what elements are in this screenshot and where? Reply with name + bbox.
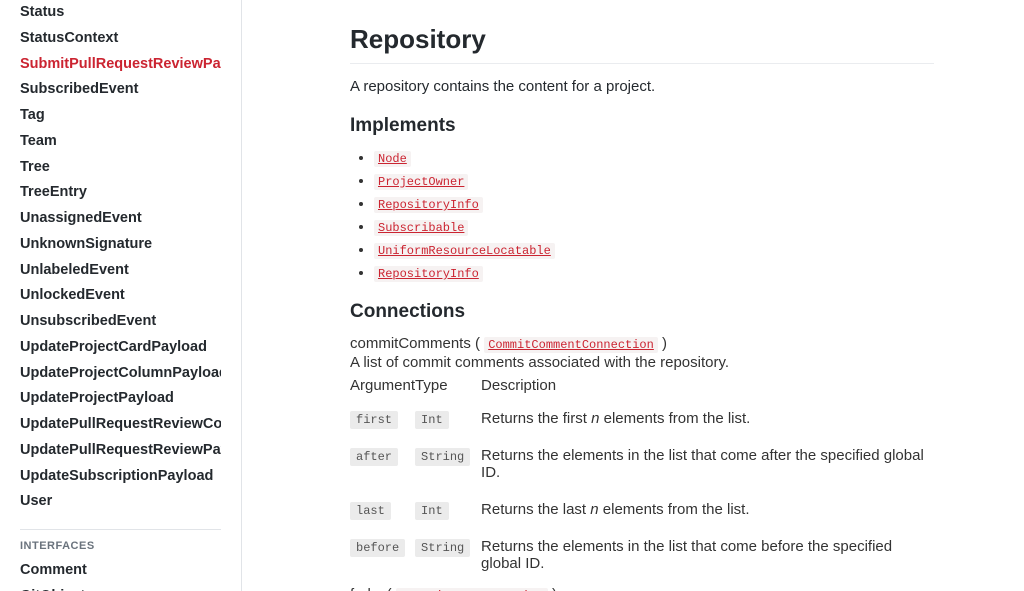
sidebar: StatusStatusContextSubmitPullRequestRevi… (0, 0, 242, 591)
arg-name: before (350, 539, 405, 557)
th-description: Description (481, 377, 934, 400)
arg-type: String (415, 448, 470, 466)
sidebar-item-updatesubscriptionpayload[interactable]: UpdateSubscriptionPayload (20, 464, 221, 490)
implements-heading: Implements (350, 115, 934, 137)
sidebar-item-team[interactable]: Team (20, 129, 221, 155)
page-lead: A repository contains the content for a … (350, 78, 934, 95)
sidebar-item-tree[interactable]: Tree (20, 155, 221, 181)
th-type: Type (415, 377, 481, 400)
type-link-node[interactable]: Node (374, 151, 411, 167)
table-row: after String Returns the elements in the l… (350, 437, 934, 491)
sidebar-item-unassignedevent[interactable]: UnassignedEvent (20, 206, 221, 232)
sidebar-item-unlabeledevent[interactable]: UnlabeledEvent (20, 258, 221, 284)
sidebar-item-subscribedevent[interactable]: SubscribedEvent (20, 77, 221, 103)
type-link-projectowner[interactable]: ProjectOwner (374, 174, 468, 190)
sidebar-item-user[interactable]: User (20, 489, 221, 515)
arg-type: Int (415, 502, 449, 520)
sidebar-item-updateprojectcardpayload[interactable]: UpdateProjectCardPayload (20, 335, 221, 361)
sidebar-item-updatepullrequestreviewpayload[interactable]: UpdatePullRequestReviewPayload (20, 438, 221, 464)
table-row: last Int Returns the last n elements from … (350, 491, 934, 528)
implements-item: Node (374, 149, 934, 166)
sidebar-item-unlockedevent[interactable]: UnlockedEvent (20, 283, 221, 309)
arg-description: Returns the elements in the list that co… (481, 437, 934, 491)
sidebar-item-gitobject[interactable]: GitObject (20, 584, 221, 591)
sidebar-item-statuscontext[interactable]: StatusContext (20, 26, 221, 52)
arg-name: last (350, 502, 391, 520)
page-title: Repository (350, 24, 934, 64)
type-link-repositoryinfo[interactable]: RepositoryInfo (374, 266, 483, 282)
implements-list: Node ProjectOwner RepositoryInfo Subscribab… (350, 149, 934, 281)
sidebar-item-updateprojectpayload[interactable]: UpdateProjectPayload (20, 386, 221, 412)
sidebar-item-status[interactable]: Status (20, 0, 221, 26)
implements-item: RepositoryInfo (374, 264, 934, 281)
implements-item: Subscribable (374, 218, 934, 235)
sidebar-item-treeentry[interactable]: TreeEntry (20, 180, 221, 206)
sidebar-interfaces-heading: INTERFACES (20, 540, 221, 552)
main-content: Repository A repository contains the con… (242, 0, 1024, 591)
type-link-uniformresourcelocatable[interactable]: UniformResourceLocatable (374, 243, 555, 259)
th-argument: Argument (350, 377, 415, 400)
arg-type: String (415, 539, 470, 557)
arg-description: Returns the first n elements from the li… (481, 400, 934, 437)
table-row: first Int Returns the first n elements fro… (350, 400, 934, 437)
sidebar-item-unsubscribedevent[interactable]: UnsubscribedEvent (20, 309, 221, 335)
implements-item: ProjectOwner (374, 172, 934, 189)
sidebar-item-submitpullrequestreviewpayload[interactable]: SubmitPullRequestReviewPayload (20, 52, 221, 78)
implements-item: UniformResourceLocatable (374, 241, 934, 258)
type-link-repositoryinfo[interactable]: RepositoryInfo (374, 197, 483, 213)
sidebar-divider (20, 529, 221, 530)
connection-type-link[interactable]: CommitCommentConnection (484, 337, 658, 353)
connection-desc: A list of commit comments associated wit… (350, 354, 934, 371)
sidebar-item-updatepullrequestreviewcommentpayload[interactable]: UpdatePullRequestReviewCommentPayload (20, 412, 221, 438)
arg-description: Returns the last n elements from the lis… (481, 491, 934, 528)
arguments-table: Argument Type Description first Int Return… (350, 377, 934, 582)
sidebar-item-updateprojectcolumnpayload[interactable]: UpdateProjectColumnPayload (20, 361, 221, 387)
connection-name: forks (350, 586, 383, 591)
sidebar-item-tag[interactable]: Tag (20, 103, 221, 129)
connection-forks: forks ( RepositoryConnection ) (350, 586, 934, 591)
connection-name: commitComments (350, 335, 471, 352)
connections-heading: Connections (350, 301, 934, 323)
arg-name: after (350, 448, 398, 466)
arg-description: Returns the elements in the list that co… (481, 528, 934, 582)
arg-name: first (350, 411, 398, 429)
arg-type: Int (415, 411, 449, 429)
sidebar-item-comment[interactable]: Comment (20, 558, 221, 584)
table-row: before String Returns the elements in the … (350, 528, 934, 582)
connection-commitcomments: commitComments ( CommitCommentConnection… (350, 335, 934, 352)
sidebar-item-unknownsignature[interactable]: UnknownSignature (20, 232, 221, 258)
implements-item: RepositoryInfo (374, 195, 934, 212)
type-link-subscribable[interactable]: Subscribable (374, 220, 468, 236)
